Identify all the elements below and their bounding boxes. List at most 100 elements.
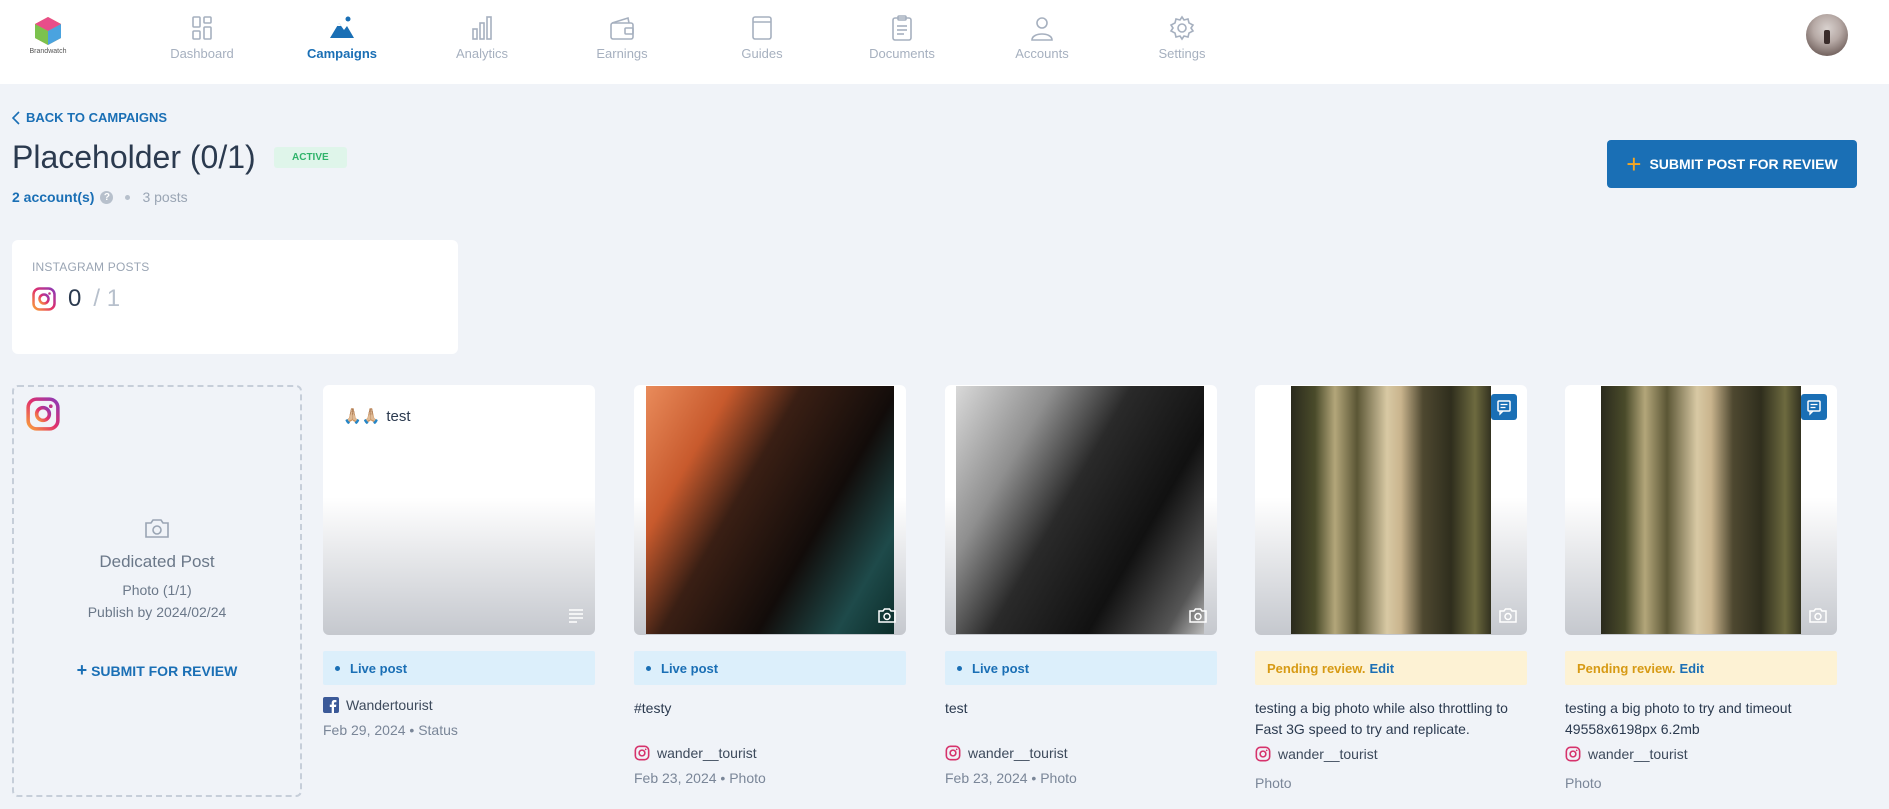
post-caption: #testy [634,700,672,716]
forest-photo [1291,386,1491,634]
post-date: Feb 23, 2024 • Photo [945,770,1077,786]
post-type: Photo [1255,775,1292,791]
mountain-icon [330,16,354,38]
nav-dashboard[interactable]: Dashboard [132,14,272,70]
separator-dot [125,194,131,200]
page-title: Placeholder (0/1) [12,139,256,175]
stats-done: 0 [68,285,82,312]
post-thumbnail[interactable] [945,385,1217,635]
post-account[interactable]: Wandertourist [323,697,595,713]
brand-name: Brandwatch [29,48,67,55]
instagram-icon [945,745,961,761]
account-name: wander__tourist [1278,746,1378,762]
comment-icon[interactable] [1801,394,1827,420]
camera-icon [1809,608,1827,623]
post-account[interactable]: wander__tourist [945,745,1217,761]
post-card: Pending review. Edit testing a big photo… [1255,385,1527,791]
post-card: Live post #testy wander__tourist Feb 23,… [634,385,906,786]
text-lines-icon [569,609,583,623]
account-name: wander__tourist [657,745,757,761]
post-account[interactable]: wander__tourist [634,745,906,761]
status-dot [335,665,340,671]
post-thumbnail[interactable] [634,385,906,635]
post-thumbnail[interactable] [1565,385,1837,635]
gear-icon [1169,15,1195,41]
nav-label: Guides [741,46,783,61]
instagram-icon [634,745,650,761]
live-post-status: Live post [323,651,595,685]
submit-for-review-label: SUBMIT FOR REVIEW [91,663,238,679]
accounts-link[interactable]: 2 account(s) [12,189,94,205]
status-label: Live post [972,660,1030,676]
submit-for-review-button[interactable]: + SUBMIT FOR REVIEW [14,660,300,681]
post-date: Feb 23, 2024 • Photo [634,770,766,786]
post-thumbnail[interactable]: 🙏🏼🙏🏼 test [323,385,595,635]
dedicated-post-card: Dedicated Post Photo (1/1) Publish by 20… [12,385,302,797]
stats-label: INSTAGRAM POSTS [32,260,150,274]
bar-chart-icon [472,16,492,40]
post-account[interactable]: wander__tourist [1565,746,1837,762]
posts-count: 3 posts [142,189,188,205]
comment-icon[interactable] [1491,394,1517,420]
account-name: wander__tourist [1588,746,1688,762]
post-thumbnail[interactable] [1255,385,1527,635]
back-to-campaigns-link[interactable]: BACK TO CAMPAIGNS [12,110,167,125]
user-icon [1031,17,1053,41]
instagram-icon [32,287,56,311]
instagram-icon [1255,746,1271,762]
wallet-icon [610,16,634,40]
camera-icon [1499,608,1517,623]
brand-logo[interactable]: Brandwatch [30,16,66,62]
live-post-status: Live post [945,651,1217,685]
plus-icon: + [76,660,88,680]
nav-settings[interactable]: Settings [1112,14,1252,70]
post-card: 🙏🏼🙏🏼 test Live post Wandertourist Feb 29… [323,385,595,738]
nav-campaigns[interactable]: Campaigns [272,14,412,70]
dedicated-subtitle: Photo (1/1) [122,582,192,598]
status-label: Pending review. [1577,660,1676,676]
stats-value: 0 / 1 [32,285,120,313]
camera-icon [878,608,896,623]
back-label: BACK TO CAMPAIGNS [26,110,168,125]
mug-photo [956,386,1204,634]
chevron-left-icon [12,110,20,125]
nav-documents[interactable]: Documents [832,14,972,70]
preview-text: test [386,407,411,425]
status-label: Live post [661,660,719,676]
publish-by: Publish by 2024/02/24 [87,604,227,620]
account-name: wander__tourist [968,745,1068,761]
status-text-preview: 🙏🏼🙏🏼 test [343,407,411,426]
nav-analytics[interactable]: Analytics [412,14,552,70]
mug-photo [646,386,894,634]
pending-review-status: Pending review. Edit [1565,651,1837,685]
clipboard-icon [892,15,912,41]
nav-label: Documents [869,46,935,61]
status-dot [957,665,962,671]
nav-label: Dashboard [170,46,234,61]
edit-link[interactable]: Edit [1680,661,1705,676]
nav-label: Campaigns [306,46,378,61]
nav-accounts[interactable]: Accounts [972,14,1112,70]
edit-link[interactable]: Edit [1370,661,1395,676]
dashboard-icon [192,16,212,40]
nav-earnings[interactable]: Earnings [552,14,692,70]
campaign-meta: 2 account(s) ? 3 posts [12,189,188,205]
post-type: Photo [1565,775,1602,791]
post-date: Feb 29, 2024 • Status [323,722,458,738]
dedicated-title: Dedicated Post [99,552,215,571]
status-label: Live post [350,660,408,676]
instagram-icon [1565,746,1581,762]
post-account[interactable]: wander__tourist [1255,746,1527,762]
nav-guides[interactable]: Guides [692,14,832,70]
status-label: Pending review. [1267,660,1366,676]
instagram-icon [26,397,60,431]
pending-review-status: Pending review. Edit [1255,651,1527,685]
status-dot [646,665,651,671]
post-card: Pending review. Edit testing a big photo… [1565,385,1837,791]
help-icon[interactable]: ? [100,190,114,204]
post-caption: testing a big photo while also throttlin… [1255,700,1508,737]
submit-post-button[interactable]: + SUBMIT POST FOR REVIEW [1607,140,1857,188]
post-caption: testing a big photo to try and timeout 4… [1565,700,1792,737]
dedicated-post-body: Dedicated Post Photo (1/1) Publish by 20… [14,517,300,681]
user-avatar[interactable] [1806,14,1848,56]
